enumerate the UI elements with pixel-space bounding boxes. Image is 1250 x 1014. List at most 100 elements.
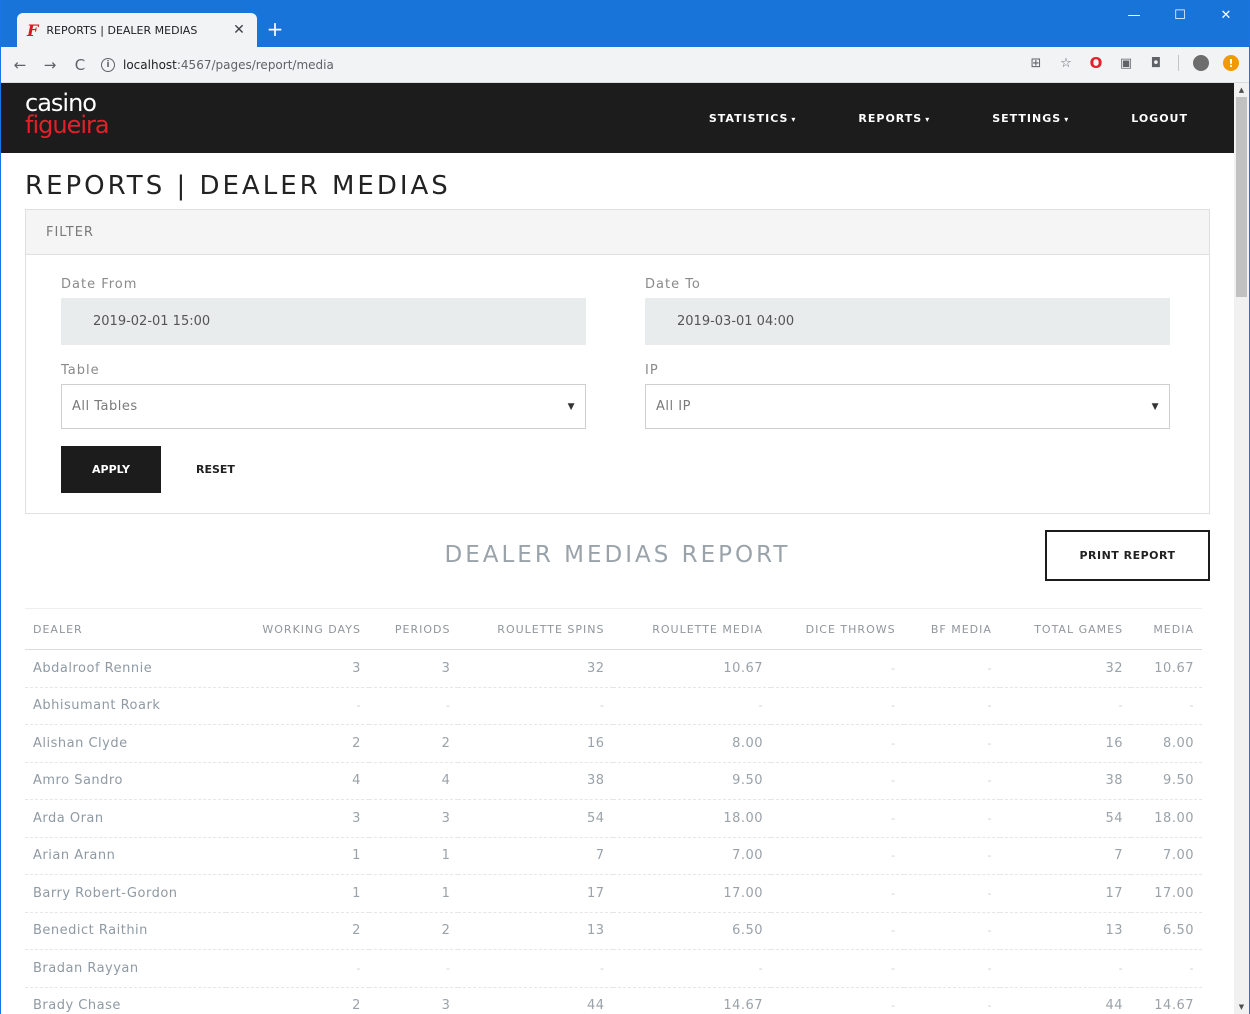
table-cell: - <box>999 949 1132 988</box>
table-cell: 2 <box>225 987 369 1014</box>
vertical-scrollbar[interactable]: ▲ ▼ <box>1234 83 1249 1014</box>
table-cell: 6.50 <box>612 912 772 950</box>
date-from-field: Date From 2019-02-01 15:00 <box>61 277 586 345</box>
scroll-up-icon[interactable]: ▲ <box>1234 83 1249 97</box>
table-cell: 18.00 <box>612 799 772 838</box>
reload-icon[interactable]: C <box>69 56 91 74</box>
site-favicon-icon: F <box>27 20 39 40</box>
table-row: Arian Arann 1 1 7 7.00- -7 7.00 <box>25 837 1202 875</box>
table-cell: 14.67 <box>1131 987 1202 1014</box>
table-field: Table All Tables ▼ <box>61 363 586 429</box>
opera-icon[interactable]: O <box>1088 54 1104 72</box>
table-cell: 10.67 <box>612 649 772 688</box>
logo-text-bottom: figueira <box>25 110 110 139</box>
minimize-icon[interactable]: — <box>1111 0 1157 30</box>
bookmark-star-icon[interactable]: ☆ <box>1058 55 1074 71</box>
table-cell: 3 <box>368 987 459 1014</box>
table-row: Barry Robert-Gordon 1 1 17 17.00- -17 17.00 <box>25 874 1202 913</box>
chevron-down-icon: ▾ <box>791 114 797 124</box>
column-header[interactable]: WORKING DAYS <box>225 608 369 650</box>
caret-down-icon: ▼ <box>567 401 575 412</box>
table-cell: 4 <box>368 762 459 800</box>
date-to-field: Date To 2019-03-01 04:00 <box>645 277 1170 345</box>
browser-tab[interactable]: F REPORTS | DEALER MEDIAS ✕ <box>17 13 257 47</box>
maximize-icon[interactable]: ☐ <box>1157 0 1203 30</box>
table-cell: 44 <box>458 987 613 1014</box>
column-header[interactable]: PERIODS <box>368 608 459 650</box>
table-row: Benedict Raithin 2 2 13 6.50- -13 6.50 <box>25 912 1202 950</box>
table-cell: - <box>903 949 1000 988</box>
table-cell: 54 <box>458 799 613 838</box>
table-cell: - <box>368 687 459 725</box>
translate-icon[interactable]: ⊞ <box>1028 55 1044 71</box>
profile-avatar[interactable] <box>1193 55 1209 71</box>
dealer-name-cell: Bradan Rayyan <box>25 949 226 988</box>
table-cell: 2 <box>368 724 459 763</box>
nav-reports-label: REPORTS <box>858 111 923 125</box>
table-cell: 54 <box>999 799 1132 838</box>
date-to-input[interactable]: 2019-03-01 04:00 <box>645 298 1170 345</box>
table-cell: - <box>1131 687 1202 725</box>
column-header[interactable]: BF MEDIA <box>903 608 1000 650</box>
info-icon[interactable]: i <box>101 57 115 72</box>
tab-title: REPORTS | DEALER MEDIAS <box>46 23 198 37</box>
camera-icon[interactable]: ◘ <box>1148 55 1164 71</box>
main-content: REPORTS | DEALER MEDIAS FILTER Date From… <box>1 171 1234 1014</box>
table-cell: 7.00 <box>1131 837 1202 875</box>
table-cell: - <box>225 949 369 988</box>
table-cell: - <box>458 687 613 725</box>
table-cell: - <box>612 687 772 725</box>
table-select[interactable]: All Tables ▼ <box>61 384 586 429</box>
nav-settings[interactable]: SETTINGS ▾ <box>992 112 1069 125</box>
forward-icon[interactable]: → <box>39 56 61 74</box>
column-header[interactable]: DEALER <box>25 608 226 650</box>
page-viewport: casino figueira STATISTICS ▾ REPORTS ▾ SET… <box>1 83 1249 1014</box>
table-cell: 4 <box>225 762 369 800</box>
table-cell: 7.00 <box>612 837 772 875</box>
address-bar[interactable]: i localhost:4567/pages/report/media <box>101 51 334 79</box>
new-tab-button[interactable]: + <box>263 17 287 41</box>
print-report-button[interactable]: PRINT REPORT <box>1045 530 1210 581</box>
table-cell: 1 <box>368 837 459 875</box>
table-cell: 3 <box>225 799 369 838</box>
reset-button[interactable]: RESET <box>176 446 255 493</box>
column-header[interactable]: MEDIA <box>1131 608 1202 650</box>
table-cell: - <box>903 649 1000 688</box>
table-cell: - <box>771 762 904 800</box>
table-cell: 2 <box>225 724 369 763</box>
table-cell: 6.50 <box>1131 912 1202 950</box>
dealer-name-cell: Abhisumant Roark <box>25 687 226 725</box>
update-alert-icon[interactable]: ! <box>1223 55 1239 71</box>
ip-label: IP <box>645 363 659 378</box>
scroll-down-icon[interactable]: ▼ <box>1234 1000 1249 1014</box>
table-body: Abdalroof Rennie 3 3 32 10.67- -32 10.67 Abhisu… <box>25 649 1202 1014</box>
table-cell: 14.67 <box>612 987 772 1014</box>
close-window-icon[interactable]: ✕ <box>1203 0 1249 30</box>
table-cell: - <box>771 949 904 988</box>
apply-button[interactable]: APPLY <box>61 446 161 493</box>
caret-down-icon: ▼ <box>1151 401 1159 412</box>
dealer-name-cell: Arian Arann <box>25 837 226 875</box>
casino-logo[interactable]: casino figueira <box>25 91 110 139</box>
url-path: :4567/pages/report/media <box>176 57 334 72</box>
table-cell: 2 <box>225 912 369 950</box>
column-header[interactable]: ROULETTE SPINS <box>458 608 613 650</box>
dealer-media-table: DEALER WORKING DAYS PERIODS ROULETTE SPINS R… <box>25 608 1202 1014</box>
column-header[interactable]: TOTAL GAMES <box>999 608 1132 650</box>
table-cell: 3 <box>368 799 459 838</box>
close-tab-icon[interactable]: ✕ <box>231 22 247 38</box>
table-cell: 17.00 <box>1131 874 1202 913</box>
ip-select[interactable]: All IP ▼ <box>645 384 1170 429</box>
date-from-input[interactable]: 2019-02-01 15:00 <box>61 298 586 345</box>
main-nav: STATISTICS ▾ REPORTS ▾ SETTINGS ▾ LOGOUT <box>647 83 1188 153</box>
nav-statistics[interactable]: STATISTICS ▾ <box>709 112 797 125</box>
extension-icon[interactable]: ▣ <box>1118 55 1134 71</box>
nav-reports[interactable]: REPORTS ▾ <box>858 112 930 125</box>
column-header[interactable]: ROULETTE MEDIA <box>612 608 772 650</box>
back-icon[interactable]: ← <box>9 56 31 74</box>
column-header[interactable]: DICE THROWS <box>771 608 904 650</box>
nav-logout[interactable]: LOGOUT <box>1131 112 1188 125</box>
table-cell: 3 <box>225 649 369 688</box>
table-cell: 3 <box>368 649 459 688</box>
scroll-thumb[interactable] <box>1236 97 1247 297</box>
